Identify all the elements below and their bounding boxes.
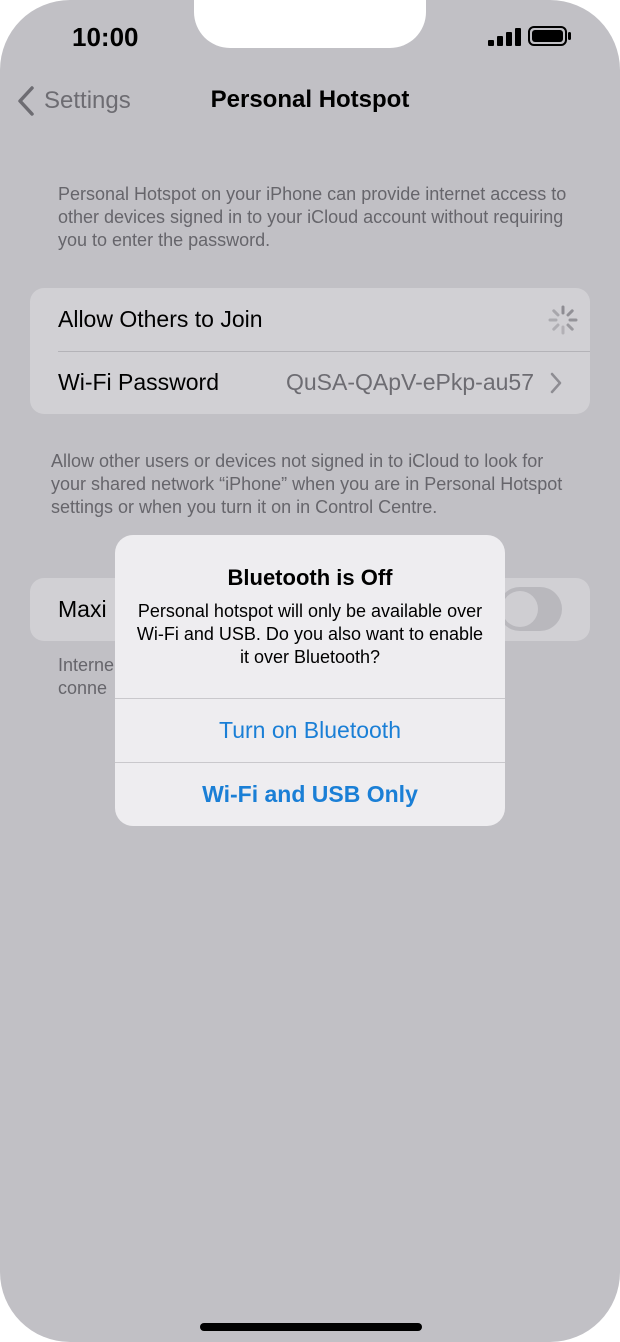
- phone-screen: 10:00 Settings Personal Hotspot Personal…: [0, 0, 620, 1342]
- turn-on-bluetooth-button[interactable]: Turn on Bluetooth: [115, 699, 505, 762]
- wifi-password-value: QuSA-QApV-ePkp-au57: [285, 369, 534, 395]
- toggle-knob: [502, 591, 538, 627]
- wifi-password-label: Wi-Fi Password: [58, 369, 220, 395]
- allow-others-row[interactable]: Allow Others to Join: [30, 288, 590, 351]
- notch: [194, 0, 426, 48]
- allow-others-note: Allow other users or devices not signed …: [51, 451, 563, 517]
- wifi-password-row[interactable]: Wi-Fi Password QuSA-QApV-ePkp-au57: [30, 351, 590, 414]
- chevron-right-icon: [550, 372, 562, 394]
- cellular-signal-icon: [488, 28, 521, 46]
- maximise-compatibility-label: Maxi: [58, 596, 107, 622]
- compatibility-note-line-1: Interne: [58, 655, 115, 675]
- page-title: Personal Hotspot: [210, 86, 410, 113]
- home-indicator[interactable]: [200, 1323, 422, 1331]
- wifi-usb-only-button[interactable]: Wi-Fi and USB Only: [115, 763, 505, 826]
- intro-text: Personal Hotspot on your iPhone can prov…: [58, 184, 567, 250]
- maximise-compatibility-toggle[interactable]: [498, 587, 562, 631]
- allow-others-label: Allow Others to Join: [58, 306, 263, 332]
- status-time: 10:00: [72, 22, 139, 52]
- alert-message: Personal hotspot will only be available …: [136, 601, 484, 667]
- battery-icon: [528, 26, 571, 46]
- alert-title: Bluetooth is Off: [227, 565, 393, 590]
- compatibility-note-line-2: conne: [58, 678, 108, 698]
- loading-spinner-icon: [548, 305, 578, 335]
- hotspot-settings-group: Allow Others to Join Wi-Fi Password QuSA…: [30, 288, 590, 414]
- bluetooth-alert-dialog: Bluetooth is Off Personal hotspot will o…: [115, 535, 505, 826]
